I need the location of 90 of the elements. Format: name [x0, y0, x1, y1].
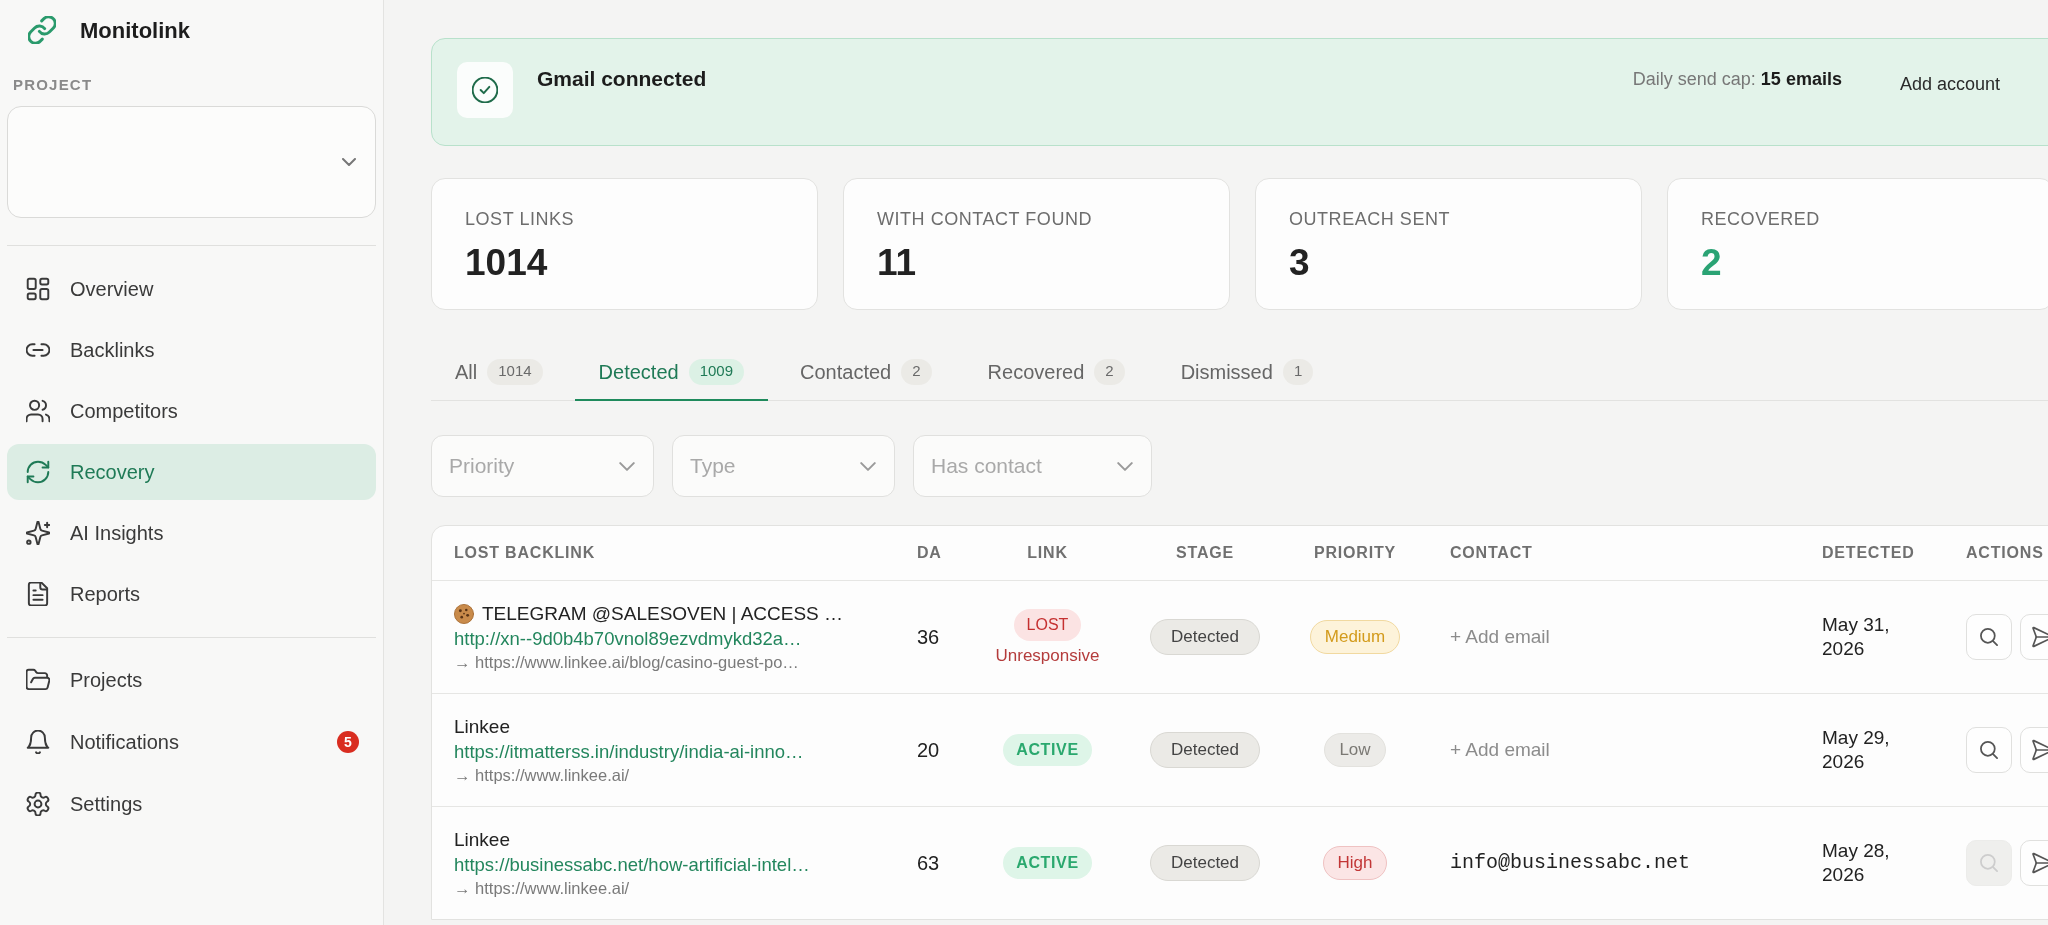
tab-count-badge: 2 — [901, 358, 932, 385]
tab[interactable]: All 1014 — [431, 344, 567, 401]
column-header: LOST BACKLINK — [454, 543, 596, 563]
link-status-badge: LOST — [1013, 608, 1082, 641]
column-header: PRIORITY — [1314, 543, 1396, 563]
source-url-link[interactable]: https://itmatterss.in/industry/india-ai-inno… — [454, 738, 804, 764]
contact-email: info@businessabc.net — [1450, 850, 1691, 876]
banner-title: Gmail connected — [537, 66, 707, 92]
add-email-link[interactable]: + Add email — [1450, 735, 1550, 765]
search-button[interactable] — [1966, 727, 2012, 773]
users-icon — [26, 399, 50, 423]
stat-label: OUTREACH SENT — [1289, 208, 1451, 230]
priority-badge: Medium — [1309, 620, 1401, 654]
stat-label: RECOVERED — [1701, 208, 1820, 230]
link-status-badge: ACTIVE — [1003, 847, 1092, 879]
column-header: ACTIONS — [1966, 543, 2044, 563]
column-header: DETECTED — [1822, 543, 1915, 563]
tab-count-badge: 1009 — [688, 358, 745, 385]
folder-icon — [26, 668, 50, 692]
stat-value: 1014 — [465, 242, 548, 284]
detected-date: May 28, 2026 — [1822, 839, 1891, 887]
send-cap-text: Daily send cap: 15 emails — [1632, 68, 1842, 90]
nav-item[interactable]: Settings — [7, 776, 376, 832]
document-icon — [26, 582, 50, 606]
link-status-badge: ACTIVE — [1003, 734, 1092, 766]
refresh-icon — [26, 460, 50, 484]
nav-item[interactable]: Reports — [7, 566, 376, 622]
add-account-button[interactable]: Add account — [1899, 73, 2000, 95]
app-name: Monitolink — [80, 16, 190, 45]
stat-label: LOST LINKS — [465, 208, 575, 230]
tab[interactable]: Dismissed 1 — [1156, 344, 1338, 401]
detected-date: May 31, 2026 — [1822, 613, 1891, 661]
project-label: PROJECT — [12, 75, 93, 95]
stat-value: 3 — [1289, 242, 1310, 284]
source-url-link[interactable]: http://xn--9d0b4b70vnol89ezvdmykd32a… — [454, 625, 802, 651]
source-url-link[interactable]: https://businessabc.net/how-artificial-intel… — [454, 851, 810, 877]
priority-badge: Low — [1324, 733, 1386, 767]
column-header: LINK — [1027, 543, 1068, 563]
add-email-link[interactable]: + Add email — [1450, 622, 1550, 652]
search-icon — [1980, 628, 1998, 646]
stage-badge: Detected — [1149, 619, 1260, 655]
domain-authority-value: 20 — [917, 738, 940, 763]
paper-plane-icon — [2032, 739, 2048, 761]
paper-plane-icon — [2032, 626, 2048, 648]
target-url: → https://www.linkee.ai/ — [454, 764, 630, 786]
backlink-title: Linkee — [454, 827, 510, 852]
nav-item[interactable]: Competitors — [7, 383, 376, 439]
stage-badge: Detected — [1149, 845, 1260, 881]
tab-count-badge: 1 — [1282, 358, 1314, 385]
nav-item[interactable]: Projects — [7, 652, 376, 708]
column-header: CONTACT — [1450, 543, 1533, 563]
settings-icon — [26, 792, 50, 816]
target-url: → https://www.linkee.ai/ — [454, 877, 630, 899]
sparkles-icon — [26, 521, 50, 545]
nav-item[interactable]: AI Insights — [7, 505, 376, 561]
nav-item[interactable]: Overview — [7, 261, 376, 317]
tab[interactable]: Contacted 2 — [776, 344, 956, 401]
nav-item[interactable]: Recovery — [7, 444, 376, 500]
stage-badge: Detected — [1149, 732, 1260, 768]
nav-item[interactable]: Notifications 5 — [7, 714, 376, 770]
column-header: STAGE — [1176, 543, 1234, 563]
dashboard-grid-icon — [26, 277, 50, 301]
search-button[interactable] — [1966, 614, 2012, 660]
domain-authority-value: 63 — [917, 851, 940, 876]
chevron-down-icon — [1117, 461, 1133, 471]
domain-authority-value: 36 — [917, 625, 940, 650]
column-header: DA — [917, 543, 942, 563]
notification-count-badge: 5 — [337, 731, 359, 753]
tab-count-badge: 2 — [1094, 358, 1125, 385]
link-status-note: Unresponsive — [995, 645, 1100, 666]
chevron-down-icon — [860, 461, 876, 471]
nav-item[interactable]: Backlinks — [7, 322, 376, 378]
search-icon — [1980, 741, 1998, 759]
tab[interactable]: Recovered 2 — [963, 344, 1149, 401]
backlink-title: Linkee — [454, 714, 510, 739]
tab[interactable]: Detected 1009 — [574, 344, 769, 401]
chevron-down-icon — [342, 158, 356, 166]
chevron-down-icon — [619, 461, 635, 471]
backlink-title: TELEGRAM @SALESOVEN | ACCESS … — [482, 601, 844, 626]
stat-value: 2 — [1701, 242, 1722, 284]
tab-count-badge: 1014 — [487, 358, 543, 385]
stat-label: WITH CONTACT FOUND — [877, 208, 1093, 230]
bell-icon — [26, 730, 50, 754]
detected-date: May 29, 2026 — [1822, 726, 1891, 774]
stat-value: 11 — [877, 242, 917, 284]
search-icon — [1980, 854, 1998, 872]
target-url: → https://www.linkee.ai/blog/casino-guest-po… — [454, 651, 799, 673]
paper-plane-icon — [2032, 852, 2048, 874]
chain-link-logo-icon — [28, 16, 56, 44]
priority-badge: High — [1322, 846, 1388, 880]
